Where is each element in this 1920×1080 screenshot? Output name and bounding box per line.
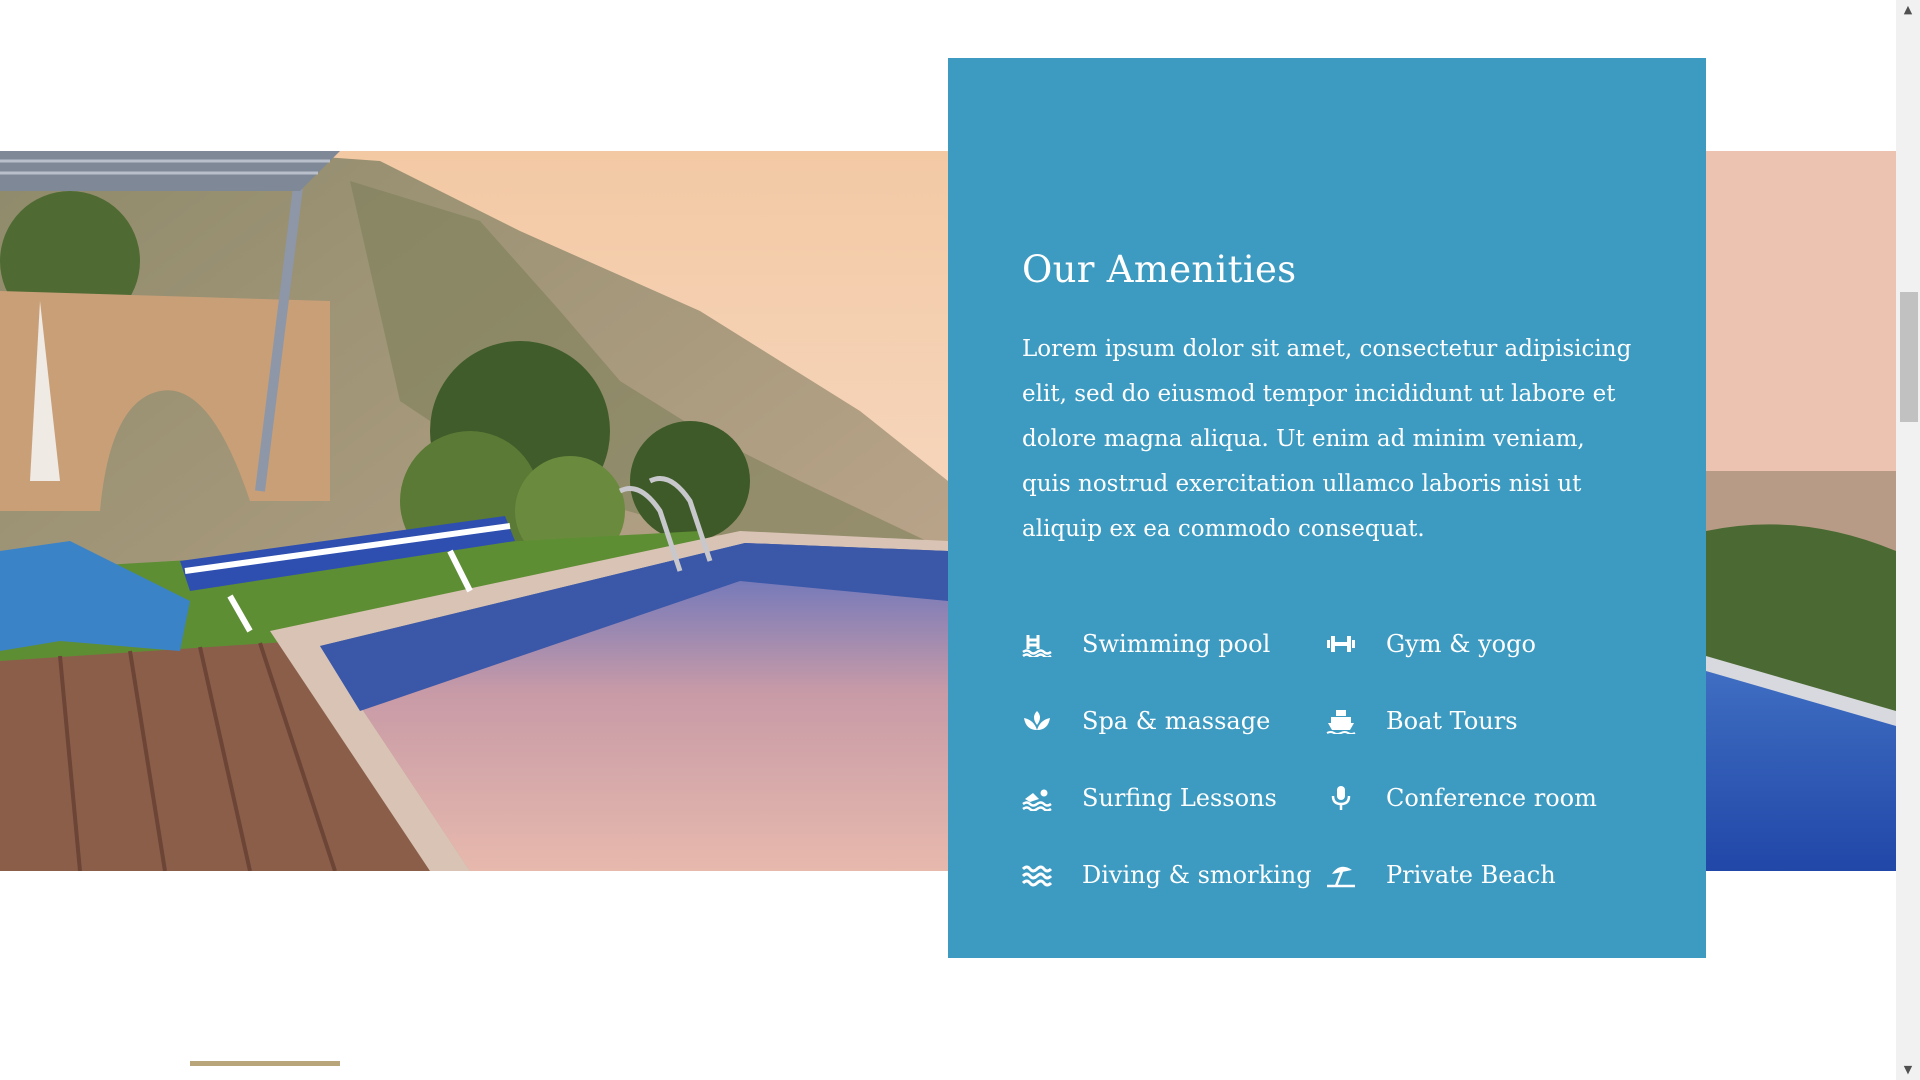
section-accent-line [190,1061,340,1066]
microphone-icon [1326,784,1358,812]
amenity-private-beach[interactable]: Private Beach [1326,857,1626,892]
amenity-label: Gym & yogo [1386,629,1536,658]
swimming-pool-icon [1022,630,1054,658]
amenity-gym-yoga[interactable]: Gym & yogo [1326,626,1626,661]
amenities-list: Swimming pool Gym & yogo Spa & massage B… [1022,626,1632,892]
amenity-conference-room[interactable]: Conference room [1326,780,1626,815]
spa-lotus-icon [1022,707,1054,735]
amenity-label: Private Beach [1386,860,1556,889]
amenity-label: Diving & smorking [1082,860,1312,889]
amenity-label: Boat Tours [1386,706,1518,735]
amenity-spa-massage[interactable]: Spa & massage [1022,703,1326,738]
boat-icon [1326,707,1358,735]
scrollbar-thumb[interactable] [1900,292,1918,422]
amenity-label: Spa & massage [1082,706,1271,735]
scroll-up-arrow-icon[interactable]: ▲ [1896,0,1920,20]
swimmer-icon [1022,784,1054,812]
amenities-title: Our Amenities [1022,248,1297,291]
amenity-label: Conference room [1386,783,1597,812]
amenity-label: Swimming pool [1082,629,1271,658]
amenity-diving-smorking[interactable]: Diving & smorking [1022,857,1326,892]
waves-icon [1022,861,1054,889]
page: Our Amenities Lorem ipsum dolor sit amet… [0,0,1896,1080]
amenities-description: Lorem ipsum dolor sit amet, consectetur … [1022,336,1632,542]
dumbbell-icon [1326,630,1358,658]
amenity-swimming-pool[interactable]: Swimming pool [1022,626,1326,661]
scroll-down-arrow-icon[interactable]: ▼ [1896,1060,1920,1080]
amenities-panel: Our Amenities Lorem ipsum dolor sit amet… [948,58,1706,958]
beach-umbrella-icon [1326,861,1358,889]
amenity-label: Surfing Lessons [1082,783,1277,812]
amenity-surfing-lessons[interactable]: Surfing Lessons [1022,780,1326,815]
vertical-scrollbar[interactable]: ▲ ▼ [1896,0,1920,1080]
amenity-boat-tours[interactable]: Boat Tours [1326,703,1626,738]
